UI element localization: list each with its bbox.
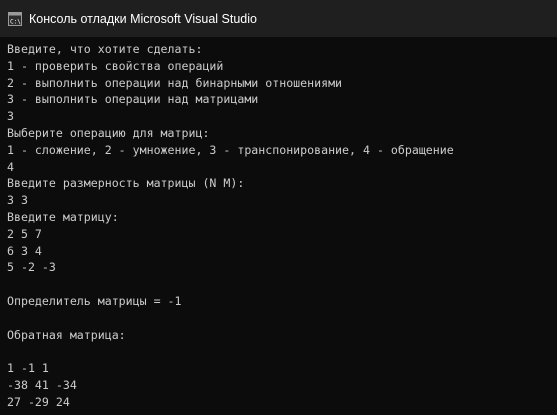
console-line: 3 3: [7, 193, 28, 208]
console-line: Определитель матрицы = -1: [7, 293, 182, 308]
debug-console-window: C:\ Консоль отладки Microsoft Visual Stu…: [0, 0, 557, 415]
console-line: Введите, что хотите сделать:: [7, 42, 203, 56]
console-line: 27 -29 24: [7, 394, 70, 409]
console-line: Введите матрицу:: [7, 209, 119, 224]
console-line: 6 3 4: [7, 243, 42, 258]
console-output[interactable]: Введите, что хотите сделать: 1 - проверит…: [0, 37, 557, 415]
console-line: 3: [7, 109, 14, 124]
console-line: -38 41 -34: [7, 377, 77, 392]
svg-text:C:\: C:\: [10, 18, 21, 25]
console-line: 2 5 7: [7, 226, 42, 241]
console-line: 3 - выполнить операции над матрицами: [7, 92, 259, 107]
console-line: 5 -2 -3: [7, 260, 56, 275]
window-title: Консоль отладки Microsoft Visual Studio: [29, 11, 257, 26]
title-bar[interactable]: C:\ Консоль отладки Microsoft Visual Stu…: [0, 0, 557, 37]
console-line: Введите размерность матрицы (N M):: [7, 176, 245, 191]
console-app-icon: C:\: [8, 11, 22, 26]
console-line: 4: [7, 159, 14, 174]
console-line: Обратная матрица:: [7, 327, 126, 342]
console-line: 1 - сложение, 2 - умножение, 3 - транспо…: [7, 142, 454, 157]
console-line: 1 - проверить свойства операций: [7, 58, 224, 73]
console-line: Выберите операцию для матриц:: [7, 125, 210, 140]
console-line: 1 -1 1: [7, 361, 49, 376]
console-line: 2 - выполнить операции над бинарными отн…: [7, 75, 343, 90]
